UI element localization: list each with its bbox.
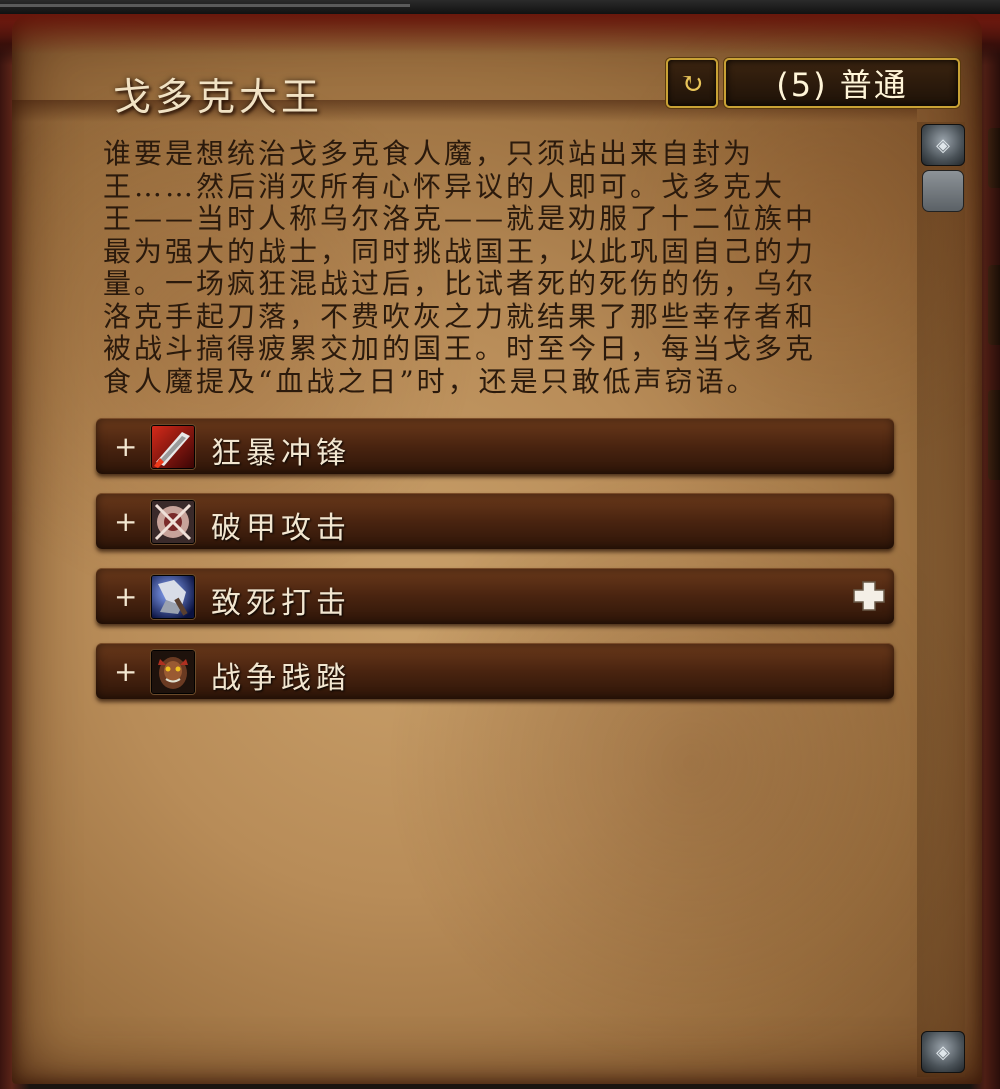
- ability-row[interactable]: + 致死打击: [96, 568, 894, 624]
- berserker-charge-icon: [151, 425, 195, 469]
- ability-row[interactable]: + 战争践踏: [96, 643, 894, 699]
- expand-icon: +: [114, 505, 138, 538]
- scroll-down-button[interactable]: ◈: [921, 1031, 965, 1073]
- ability-list: + 狂暴冲锋 + 破甲攻击 + 致死打击 + 战争践踏: [96, 418, 894, 718]
- healer-cross-icon: [852, 580, 886, 612]
- ability-row[interactable]: + 狂暴冲锋: [96, 418, 894, 474]
- war-stomp-icon: [151, 650, 195, 694]
- mortal-strike-icon: [151, 575, 195, 619]
- reset-button[interactable]: ↻: [666, 58, 718, 108]
- side-tab[interactable]: [988, 390, 1000, 480]
- ability-label: 致死打击: [211, 586, 351, 621]
- scrollbar-thumb[interactable]: [922, 170, 964, 212]
- side-tab[interactable]: [988, 128, 1000, 188]
- ability-row[interactable]: + 破甲攻击: [96, 493, 894, 549]
- boss-description: 谁要是想统治戈多克食人魔，只须站出来自封为 王……然后消灭所有心怀异议的人即可。…: [103, 137, 817, 398]
- sunder-armor-icon: [151, 500, 195, 544]
- reset-icon: ↻: [680, 66, 704, 100]
- expand-icon: +: [114, 430, 138, 463]
- side-tab[interactable]: [988, 265, 1000, 345]
- boss-name-title: 戈多克大王: [113, 75, 324, 119]
- scroll-down-icon: ◈: [936, 1041, 950, 1063]
- difficulty-button[interactable]: (5) 普通: [724, 58, 960, 108]
- scroll-up-icon: ◈: [936, 134, 950, 156]
- scrollbar-track[interactable]: [917, 122, 965, 1077]
- ability-label: 破甲攻击: [211, 511, 351, 546]
- ability-label: 狂暴冲锋: [211, 436, 351, 471]
- ability-label: 战争践踏: [211, 661, 351, 696]
- expand-icon: +: [114, 580, 138, 613]
- scroll-up-button[interactable]: ◈: [921, 124, 965, 166]
- top-bar: [0, 0, 1000, 14]
- expand-icon: +: [114, 655, 138, 688]
